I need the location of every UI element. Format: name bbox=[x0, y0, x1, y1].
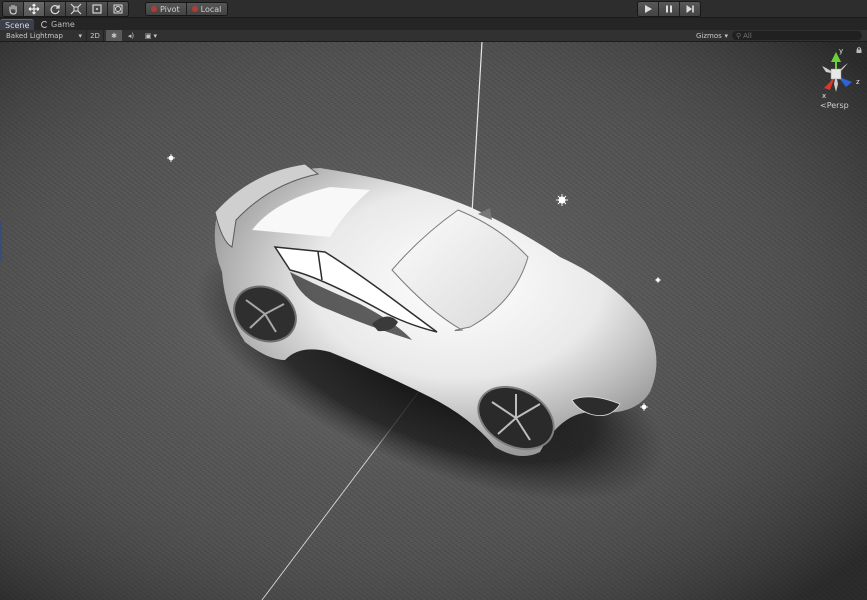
hand-tool-button[interactable] bbox=[3, 2, 24, 16]
rect-icon bbox=[92, 4, 102, 14]
speaker-icon: ◂) bbox=[127, 31, 135, 40]
pivot-label: Pivot bbox=[160, 4, 180, 14]
scene-search[interactable]: ⚲ bbox=[732, 31, 862, 40]
dropdown-arrow-icon: ▾ bbox=[153, 31, 158, 40]
gizmos-dropdown[interactable]: Gizmos ▾ bbox=[696, 30, 728, 41]
dropdown-arrow-icon: ▾ bbox=[724, 31, 728, 40]
transform-tools bbox=[2, 1, 129, 17]
z-axis-label: z bbox=[856, 78, 860, 86]
hand-icon bbox=[9, 4, 17, 15]
rotate-tool-button[interactable] bbox=[45, 2, 66, 16]
render-mode-dropdown[interactable]: Baked Lightmap ▾ bbox=[6, 30, 82, 41]
sun-icon: ✱ bbox=[111, 31, 117, 40]
projection-toggle[interactable]: <Persp bbox=[820, 101, 849, 110]
tab-scene-label: Scene bbox=[5, 21, 30, 30]
image-icon: ▣ bbox=[144, 31, 152, 40]
pivot-icon bbox=[151, 6, 157, 12]
scale-tool-button[interactable] bbox=[66, 2, 87, 16]
editor-tabbar: Scene Game bbox=[0, 18, 867, 31]
projection-icon: < bbox=[820, 101, 827, 110]
scene-toolbar: Baked Lightmap ▾ 2D ✱ ◂) ▣ ▾ Gizmos ▾ ⚲ bbox=[0, 30, 867, 42]
local-icon bbox=[191, 6, 198, 12]
transform-tool-button[interactable] bbox=[108, 2, 128, 16]
move-icon bbox=[28, 3, 40, 15]
local-label: Local bbox=[200, 4, 222, 14]
search-icon: ⚲ bbox=[736, 31, 742, 40]
dropdown-arrow-icon: ▾ bbox=[78, 31, 82, 40]
playback-controls bbox=[637, 1, 701, 17]
step-icon bbox=[686, 5, 694, 13]
play-icon bbox=[645, 5, 652, 13]
move-tool-button[interactable] bbox=[24, 2, 45, 16]
orientation-gizmo[interactable]: y z x bbox=[812, 46, 864, 102]
search-input[interactable] bbox=[743, 31, 854, 40]
tab-game-label: Game bbox=[51, 20, 75, 29]
play-button[interactable] bbox=[638, 2, 659, 16]
2d-mode-label: 2D bbox=[90, 31, 100, 40]
pivot-toggle-group: Pivot Local bbox=[145, 2, 229, 16]
effects-dropdown[interactable]: ▣ ▾ bbox=[141, 30, 161, 41]
scene-render[interactable] bbox=[0, 42, 867, 600]
main-toolbar: Pivot Local bbox=[0, 0, 867, 18]
pivot-button[interactable]: Pivot bbox=[146, 3, 187, 15]
gizmo-center-cube[interactable] bbox=[830, 68, 842, 80]
scene-viewport[interactable]: y z x <Persp bbox=[0, 42, 867, 600]
gizmos-label: Gizmos bbox=[696, 31, 722, 40]
game-icon bbox=[41, 21, 48, 28]
pause-button[interactable] bbox=[659, 2, 680, 16]
local-button[interactable]: Local bbox=[186, 3, 228, 15]
pause-icon bbox=[666, 5, 672, 13]
render-mode-label: Baked Lightmap bbox=[6, 31, 63, 40]
rotate-icon bbox=[50, 5, 60, 15]
selection-marker bbox=[0, 222, 2, 262]
scale-icon bbox=[70, 3, 82, 15]
projection-label: Persp bbox=[826, 101, 849, 110]
rect-tool-button[interactable] bbox=[87, 2, 108, 16]
y-axis-label: y bbox=[839, 47, 843, 55]
lighting-toggle[interactable]: ✱ bbox=[106, 30, 122, 41]
tab-game[interactable]: Game bbox=[36, 19, 80, 30]
audio-toggle[interactable]: ◂) bbox=[124, 30, 138, 41]
step-button[interactable] bbox=[680, 2, 700, 16]
transform-icon bbox=[113, 4, 123, 14]
x-axis-label: x bbox=[822, 92, 826, 100]
2d-mode-button[interactable]: 2D bbox=[86, 30, 104, 41]
